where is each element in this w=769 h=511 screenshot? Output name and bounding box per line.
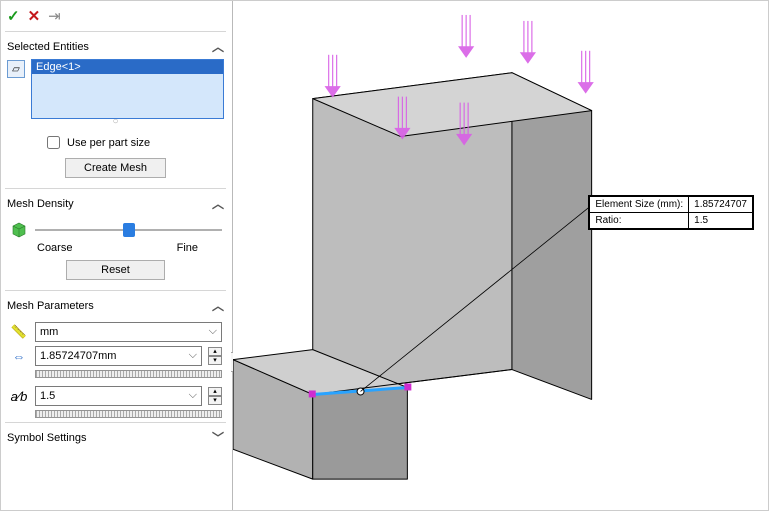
coarse-label: Coarse	[37, 242, 72, 254]
create-mesh-button[interactable]: Create Mesh	[65, 158, 166, 178]
callout-ratio-label: Ratio:	[590, 213, 689, 229]
confirm-bar: ✓ ✕ ⇥	[5, 5, 226, 31]
callout-ratio-value[interactable]: 1.5	[689, 213, 753, 229]
section-header-params[interactable]: Mesh Parameters ︿	[7, 297, 224, 318]
chevron-down-icon: ﹀	[212, 429, 224, 446]
section-header-density[interactable]: Mesh Density ︿	[7, 195, 224, 216]
element-size-icon: ⇔	[9, 349, 29, 364]
list-item[interactable]: Edge<1>	[32, 60, 223, 74]
pin-button[interactable]: ⇥	[48, 7, 61, 25]
reset-button[interactable]: Reset	[66, 260, 165, 280]
mesh-cube-icon	[9, 220, 29, 240]
entity-filter-icon[interactable]: ▱	[7, 60, 25, 78]
edge-endpoint-icon	[404, 383, 411, 390]
ratio-spinner[interactable]: ▴▾	[208, 387, 222, 405]
section-header-symbol[interactable]: Symbol Settings ﹀	[7, 429, 224, 450]
slider-thumb[interactable]	[123, 223, 135, 237]
model-view[interactable]	[233, 1, 768, 510]
size-spinner[interactable]: ▴▾	[208, 347, 222, 365]
ok-button[interactable]: ✓	[7, 7, 20, 25]
chevron-up-icon: ︿	[212, 38, 224, 55]
ruler-icon: 📏	[9, 324, 29, 340]
density-slider[interactable]	[35, 221, 222, 239]
section-title: Symbol Settings	[7, 432, 86, 444]
chevron-up-icon: ︿	[212, 297, 224, 314]
unit-dropdown[interactable]: mm	[35, 322, 222, 342]
per-part-checkbox[interactable]	[47, 136, 60, 149]
graphics-viewport[interactable]: Element Size (mm): 1.85724707 Ratio: 1.5	[233, 1, 768, 510]
section-title: Mesh Parameters	[7, 300, 94, 312]
mesh-control-callout[interactable]: Element Size (mm): 1.85724707 Ratio: 1.5	[588, 195, 754, 230]
section-header-entities[interactable]: Selected Entities ︿	[7, 38, 224, 59]
per-part-label: Use per part size	[67, 137, 150, 149]
section-title: Selected Entities	[7, 41, 89, 53]
section-symbol-settings: Symbol Settings ﹀	[5, 422, 226, 470]
callout-size-label: Element Size (mm):	[590, 197, 689, 213]
ratio-icon: a⁄b	[9, 389, 29, 404]
chevron-up-icon: ︿	[212, 195, 224, 212]
spin-down[interactable]: ▾	[208, 396, 222, 405]
callout-size-value[interactable]: 1.85724707	[689, 197, 753, 213]
size-scale-icon[interactable]	[35, 370, 222, 378]
ratio-input[interactable]: 1.5	[35, 386, 202, 406]
spin-up[interactable]: ▴	[208, 387, 222, 396]
element-size-input[interactable]: 1.85724707mm	[35, 346, 202, 366]
fine-label: Fine	[177, 242, 198, 254]
entity-list[interactable]: Edge<1>	[31, 59, 224, 119]
section-mesh-parameters: Mesh Parameters ︿ 📏 mm ⇔ 1.85724707mm ▴▾…	[5, 290, 226, 422]
ratio-scale-icon[interactable]	[35, 410, 222, 418]
property-panel: ✓ ✕ ⇥ Selected Entities ︿ ▱ Edge<1> ○ Us…	[1, 1, 233, 510]
section-mesh-density: Mesh Density ︿ Coarse Fine Reset	[5, 188, 226, 290]
section-selected-entities: Selected Entities ︿ ▱ Edge<1> ○ Use per …	[5, 31, 226, 188]
spin-down[interactable]: ▾	[208, 356, 222, 365]
section-title: Mesh Density	[7, 198, 74, 210]
edge-endpoint-icon	[309, 390, 316, 397]
spin-up[interactable]: ▴	[208, 347, 222, 356]
cancel-button[interactable]: ✕	[28, 7, 41, 25]
